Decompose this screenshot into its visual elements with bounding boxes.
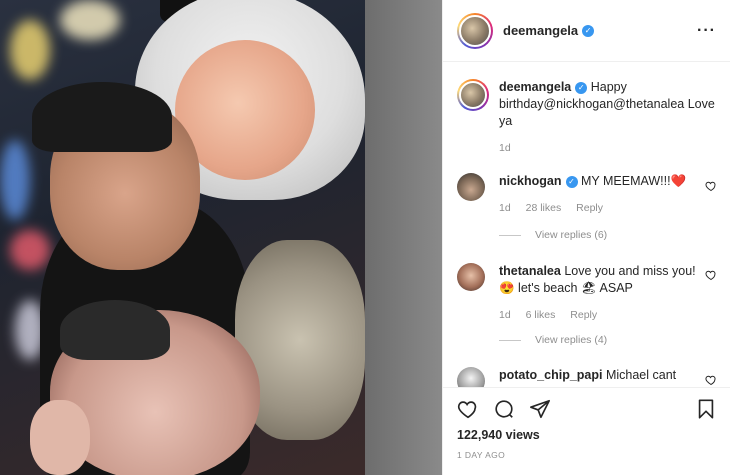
comment-item: thetanalea Love you and miss you! 😍 let'…: [457, 263, 721, 324]
heart-icon: [457, 401, 477, 419]
caption-username[interactable]: deemangela: [499, 80, 571, 94]
comment-likes[interactable]: 28 likes: [526, 202, 562, 214]
commenter-avatar[interactable]: [457, 173, 485, 201]
commenter-avatar[interactable]: [457, 367, 485, 387]
comments-list[interactable]: deemangela ✓ Happy birthday@nickhogan@the…: [443, 63, 730, 387]
comment-time[interactable]: 1d: [499, 202, 511, 214]
reply-button[interactable]: Reply: [570, 309, 597, 321]
view-count[interactable]: 122,940 views: [457, 428, 540, 442]
verified-badge-icon: ✓: [565, 176, 578, 188]
post-media[interactable]: [0, 0, 442, 475]
verified-badge-icon: ✓: [575, 82, 588, 94]
send-icon: [530, 399, 550, 419]
more-options-icon[interactable]: ···: [697, 22, 716, 40]
caption-avatar[interactable]: [457, 79, 489, 111]
comment-text: Michael cant: [605, 368, 677, 382]
comment-button[interactable]: [491, 396, 517, 422]
like-comment-icon[interactable]: [705, 180, 717, 192]
comment-username[interactable]: nickhogan: [499, 174, 562, 188]
verified-badge-icon: ✓: [582, 24, 595, 37]
like-comment-icon[interactable]: [705, 374, 717, 386]
video-frame[interactable]: [0, 0, 365, 475]
letterbox-side: [365, 0, 442, 475]
comment-time[interactable]: 1d: [499, 309, 511, 321]
post-header: deemangela ✓ ···: [443, 0, 730, 62]
view-replies-button[interactable]: View replies (6): [499, 229, 607, 241]
caption-time[interactable]: 1d: [499, 142, 511, 154]
comment-item: potato_chip_papi Michael cant: [457, 367, 721, 387]
comment-likes[interactable]: 6 likes: [526, 309, 556, 321]
reply-button[interactable]: Reply: [576, 202, 603, 214]
view-replies-button[interactable]: View replies (4): [499, 334, 607, 346]
view-replies-label[interactable]: View replies (4): [535, 334, 607, 346]
instagram-post-modal: deemangela ✓ ··· deemangela ✓ Happy birth…: [0, 0, 730, 475]
post-timestamp: 1 DAY AGO: [457, 450, 506, 460]
save-button[interactable]: [693, 396, 719, 422]
comment-item: nickhogan ✓ MY MEEMAW!!!❤️ 1d 28 likes Re…: [457, 173, 721, 217]
commenter-avatar[interactable]: [457, 263, 485, 291]
share-button[interactable]: [527, 396, 553, 422]
comment-username[interactable]: thetanalea: [499, 264, 561, 278]
post-sidebar: deemangela ✓ ··· deemangela ✓ Happy birth…: [442, 0, 730, 475]
bookmark-icon: [698, 399, 714, 419]
view-replies-label[interactable]: View replies (6): [535, 229, 607, 241]
author-avatar[interactable]: [457, 12, 493, 49]
like-comment-icon[interactable]: [705, 269, 717, 281]
comment-username[interactable]: potato_chip_papi: [499, 368, 602, 382]
like-button[interactable]: [455, 396, 481, 422]
caption-item: deemangela ✓ Happy birthday@nickhogan@the…: [457, 79, 721, 157]
comment-icon: [495, 400, 513, 418]
post-actions: 122,940 views 1 DAY AGO: [443, 387, 730, 475]
author-username[interactable]: deemangela: [503, 23, 578, 38]
comment-text: MY MEEMAW!!!❤️: [581, 174, 687, 188]
